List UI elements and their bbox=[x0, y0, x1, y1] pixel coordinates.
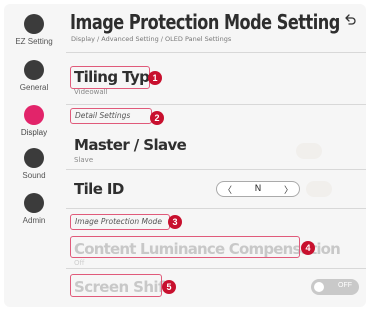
tile-id-value: N bbox=[254, 184, 262, 194]
callout-badge-5: 5 bbox=[162, 280, 176, 294]
tile-id-extra-control[interactable] bbox=[306, 181, 332, 197]
highlight-box-4 bbox=[70, 236, 300, 258]
divider bbox=[66, 208, 366, 209]
chevron-right-icon[interactable]: 〉 bbox=[284, 183, 293, 196]
chevron-left-icon[interactable]: 〈 bbox=[223, 183, 232, 196]
sidebar-item-admin[interactable]: Admin bbox=[4, 193, 64, 225]
callout-badge-2: 2 bbox=[150, 111, 164, 125]
settings-window: EZ Setting General Display Sound Admin I… bbox=[4, 4, 366, 307]
sidebar-item-ez-setting[interactable]: EZ Setting bbox=[4, 14, 64, 46]
ez-setting-icon bbox=[24, 14, 44, 34]
sidebar: EZ Setting General Display Sound Admin bbox=[4, 4, 64, 307]
sidebar-item-sound[interactable]: Sound bbox=[4, 148, 64, 180]
display-icon bbox=[24, 105, 44, 125]
divider bbox=[66, 169, 366, 170]
general-icon bbox=[24, 60, 44, 80]
divider bbox=[66, 104, 366, 105]
divider bbox=[66, 52, 366, 53]
highlight-box-1 bbox=[70, 66, 150, 89]
sidebar-item-label: EZ Setting bbox=[15, 37, 53, 46]
main-panel: Image Protection Mode Setting Display / … bbox=[66, 4, 366, 307]
master-slave-title[interactable]: Master / Slave bbox=[74, 136, 187, 154]
breadcrumb: Display / Advanced Setting / OLED Panel … bbox=[71, 35, 232, 43]
toggle-knob bbox=[314, 282, 324, 292]
highlight-box-3 bbox=[70, 214, 170, 230]
sidebar-item-label: Admin bbox=[22, 216, 46, 225]
toggle-label: OFF bbox=[338, 282, 352, 289]
callout-badge-4: 4 bbox=[301, 241, 315, 255]
master-slave-value: Slave bbox=[74, 156, 94, 164]
sound-icon bbox=[24, 148, 44, 168]
admin-icon bbox=[24, 193, 44, 213]
divider bbox=[66, 268, 366, 269]
callout-badge-1: 1 bbox=[148, 71, 162, 85]
back-icon[interactable] bbox=[342, 14, 358, 30]
sidebar-item-label: General bbox=[19, 83, 49, 92]
highlight-box-5 bbox=[70, 274, 162, 297]
page-title: Image Protection Mode Setting bbox=[70, 10, 340, 34]
tile-id-title: Tile ID bbox=[74, 180, 124, 198]
sidebar-item-label: Sound bbox=[22, 171, 46, 180]
highlight-box-2 bbox=[70, 108, 152, 124]
content-luminance-value: Off bbox=[74, 259, 85, 267]
sidebar-item-label: Display bbox=[20, 128, 48, 137]
tile-id-stepper[interactable]: 〈 N 〉 bbox=[216, 181, 300, 197]
sidebar-item-general[interactable]: General bbox=[4, 60, 64, 92]
screen-shift-toggle[interactable]: OFF bbox=[311, 279, 359, 295]
master-slave-control[interactable] bbox=[296, 143, 322, 159]
sidebar-item-display[interactable]: Display bbox=[4, 105, 64, 137]
callout-badge-3: 3 bbox=[168, 215, 182, 229]
tiling-type-value: Videowall bbox=[74, 88, 108, 96]
